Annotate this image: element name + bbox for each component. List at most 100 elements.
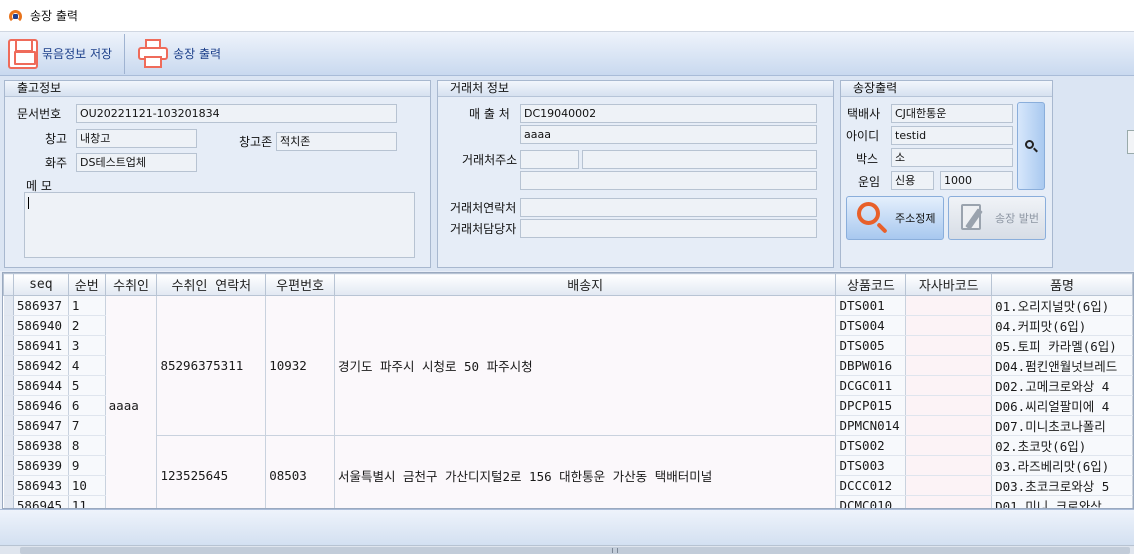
doc-no-field[interactable]: OU20221121-103201834: [76, 104, 397, 123]
cell-seq: 586939: [13, 455, 69, 476]
contact-label: 거래처연락처: [450, 201, 517, 215]
col-header-seq[interactable]: seq: [12, 273, 69, 296]
horizontal-scrollbar[interactable]: [0, 545, 1134, 554]
row-selector[interactable]: [3, 315, 14, 336]
cell-seq: 586937: [13, 295, 69, 316]
cell-no: 4: [68, 355, 106, 376]
floppy-save-icon: [8, 38, 38, 69]
scrollbar-thumb[interactable]: [20, 547, 1130, 554]
zone-field[interactable]: 적치존: [276, 132, 397, 151]
address-line1-field[interactable]: [582, 150, 817, 169]
col-header-receiver-phone[interactable]: 수취인 연락처: [156, 273, 267, 296]
row-selector[interactable]: [3, 495, 14, 508]
courier-field[interactable]: CJ대한통운: [891, 104, 1013, 123]
col-header-product-name[interactable]: 품명: [991, 273, 1133, 296]
row-selector[interactable]: [3, 475, 14, 496]
row-selector[interactable]: [3, 355, 14, 376]
table-row[interactable]: 586937 1 aaaa 85296375311 10932 경기도 파주시 …: [3, 295, 1133, 508]
cell-no: 9: [68, 455, 106, 476]
invoice-header: 송장출력: [841, 81, 1052, 97]
side-collapse-tab[interactable]: [1127, 130, 1134, 154]
row-selector[interactable]: [3, 295, 14, 316]
cell-no: 6: [68, 395, 106, 416]
id-field[interactable]: testid: [891, 126, 1013, 145]
cell-zip: 08503: [265, 435, 335, 508]
print-invoice-button[interactable]: 송장 출력: [129, 34, 229, 74]
table-row[interactable]: 586938 8 123525645 08503 서울특별시 금천구 가산디지털…: [3, 435, 1133, 508]
cell-product-name: 03.라즈베리맛(6입): [991, 455, 1133, 476]
issue-invoice-button[interactable]: 송장 발번: [948, 196, 1046, 240]
row-selector[interactable]: [3, 435, 14, 456]
cell-barcode: [905, 295, 993, 316]
col-header-zip[interactable]: 우편번호: [265, 273, 335, 296]
cell-product-code: DCGC011: [835, 375, 907, 396]
app-logo-icon: [8, 8, 24, 24]
col-header-address[interactable]: 배송지: [333, 273, 837, 296]
fare-field[interactable]: 1000: [940, 171, 1013, 190]
row-selector[interactable]: [3, 335, 14, 356]
cell-product-code: DBPW016: [835, 355, 907, 376]
issue-invoice-label: 송장 발번: [995, 212, 1039, 225]
col-header-product-code[interactable]: 상품코드: [835, 273, 907, 296]
courier-search-button[interactable]: [1017, 102, 1045, 190]
cell-address: 서울특별시 금천구 가산디지털2로 156 대한통운 가산동 택배터미널: [334, 435, 837, 508]
box-field[interactable]: 소: [891, 148, 1013, 167]
save-bundle-label: 묶음정보 저장: [42, 47, 113, 61]
cell-seq: 586945: [13, 495, 69, 508]
row-selector[interactable]: [3, 455, 14, 476]
fare-label: 운임: [858, 175, 881, 189]
cell-seq: 586938: [13, 435, 69, 456]
save-bundle-button[interactable]: 묶음정보 저장: [0, 34, 120, 74]
cell-no: 10: [68, 475, 106, 496]
shipment-grid: seq 순번 수취인 수취인 연락처 우편번호 배송지 상품코드 자사바코드 품…: [2, 272, 1134, 509]
magnifier-icon: [857, 202, 889, 234]
contact-field[interactable]: [520, 198, 817, 217]
search-icon: [1024, 139, 1038, 153]
memo-textarea[interactable]: [24, 192, 415, 258]
address-line2-field[interactable]: [520, 171, 817, 190]
shipment-table: seq 순번 수취인 수취인 연락처 우편번호 배송지 상품코드 자사바코드 품…: [3, 273, 1133, 508]
release-info-header: 출고정보: [5, 81, 430, 97]
row-selector[interactable]: [3, 415, 14, 436]
cell-seq: 586944: [13, 375, 69, 396]
sales-label: 매 출 처: [469, 107, 510, 121]
status-bar: [0, 509, 1134, 545]
scrollbar-grip-icon: [612, 548, 618, 553]
cell-receiver-phone: 85296375311: [156, 295, 267, 436]
cell-barcode: [905, 375, 993, 396]
col-header-barcode[interactable]: 자사바코드: [905, 273, 993, 296]
fare-type-field[interactable]: 신용: [891, 171, 934, 190]
address-label: 거래처주소: [462, 153, 518, 167]
cell-product-name: 01.오리지널맛(6입): [991, 295, 1133, 316]
sales-code-field[interactable]: DC19040002: [520, 104, 817, 123]
cell-product-code: DTS002: [835, 435, 907, 456]
cell-product-name: D06.씨리얼팔미에 4: [991, 395, 1133, 416]
cell-product-code: DPCP015: [835, 395, 907, 416]
manager-field[interactable]: [520, 219, 817, 238]
row-selector[interactable]: [3, 375, 14, 396]
owner-field[interactable]: DS테스트업체: [76, 153, 197, 172]
cell-barcode: [905, 335, 993, 356]
window-titlebar: 송장 출력: [0, 0, 1134, 32]
cell-no: 5: [68, 375, 106, 396]
cell-seq: 586947: [13, 415, 69, 436]
cell-barcode: [905, 435, 993, 456]
toolbar-divider: [124, 33, 126, 74]
cell-barcode: [905, 315, 993, 336]
grid-corner: [3, 273, 14, 296]
cell-product-name: 02.초코맛(6입): [991, 435, 1133, 456]
address-zip-field[interactable]: [520, 150, 579, 169]
col-header-no[interactable]: 순번: [67, 273, 106, 296]
cell-product-code: DTS003: [835, 455, 907, 476]
cell-no: 3: [68, 335, 106, 356]
cell-zip: 10932: [265, 295, 335, 436]
cell-product-name: 05.토피 카라멜(6입): [991, 335, 1133, 356]
cell-barcode: [905, 355, 993, 376]
warehouse-field[interactable]: 내창고: [76, 129, 197, 148]
cell-product-name: D01.미니 크로와상: [991, 495, 1133, 508]
sales-name-field[interactable]: aaaa: [520, 125, 817, 144]
address-refine-button[interactable]: 주소정제: [846, 196, 944, 240]
col-header-receiver[interactable]: 수취인: [104, 273, 158, 296]
cell-product-name: D07.미니초코나폴리: [991, 415, 1133, 436]
row-selector[interactable]: [3, 395, 14, 416]
